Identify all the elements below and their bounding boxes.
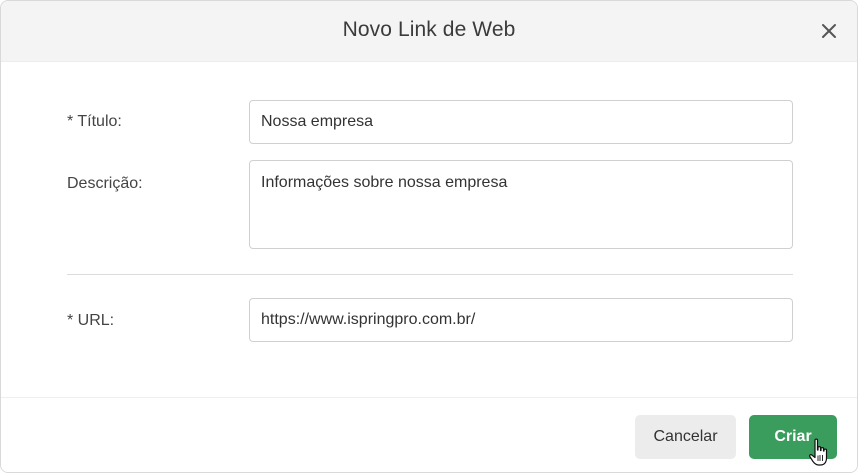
close-icon[interactable] xyxy=(817,19,841,43)
dialog-title: Novo Link de Web xyxy=(342,18,516,41)
title-label: * Título: xyxy=(67,113,122,130)
url-label: * URL: xyxy=(67,312,115,329)
dialog-header: Novo Link de Web xyxy=(1,1,857,62)
description-textarea[interactable]: Informações sobre nossa empresa xyxy=(249,160,793,249)
description-label: Descrição: xyxy=(67,175,143,192)
dialog-footer: Cancelar Criar xyxy=(1,397,857,472)
create-button[interactable]: Criar xyxy=(749,415,837,459)
cancel-button[interactable]: Cancelar xyxy=(635,415,736,459)
url-input[interactable] xyxy=(249,298,793,342)
new-web-link-dialog: Novo Link de Web * Título: Descrição: In… xyxy=(0,0,858,473)
divider xyxy=(67,274,793,275)
title-input[interactable] xyxy=(249,100,793,144)
